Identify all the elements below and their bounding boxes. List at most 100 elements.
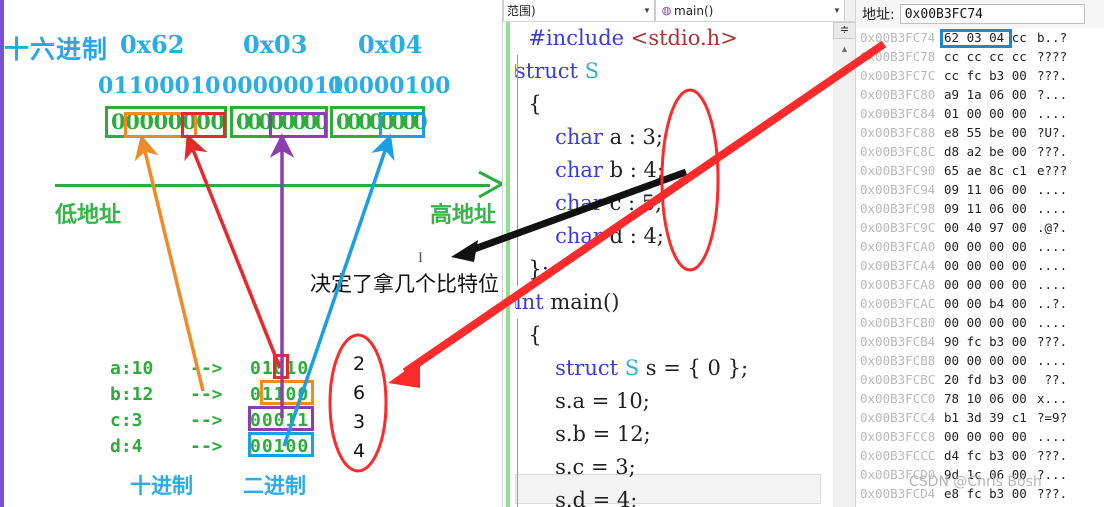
high-address-label: 高地址 — [430, 202, 497, 228]
code-token: s.a = 10; — [555, 389, 650, 413]
memory-row[interactable]: 0x00B3FCAC 00 00 b4 00..?. — [856, 294, 1104, 313]
memory-row[interactable]: 0x00B3FCD884 84 96 75???u — [856, 503, 1104, 507]
chevron-down-icon[interactable]: ▼ — [830, 0, 844, 21]
scope-dropdown[interactable]: 范围) ▼ — [503, 0, 655, 21]
code-token: { — [528, 323, 542, 347]
code-token: }; — [528, 257, 549, 281]
memory-row-address: 0x00B3FCA4 — [860, 258, 936, 273]
memory-row-hex: 01 00 00 00 — [944, 106, 1027, 121]
code-text-area[interactable]: #include <stdio.h>-struct S { char a : 3… — [515, 22, 833, 507]
memory-row-hex: e8 55 be 00 — [944, 125, 1027, 140]
value-row-highlight-1 — [260, 380, 314, 405]
memory-row-address: 0x00B3FC84 — [860, 106, 936, 121]
memory-row-ascii: .... — [1037, 239, 1068, 254]
memory-row-ascii: ?... — [1037, 87, 1068, 102]
memory-window-panel: 地址: 0x00B3FC74 0x00B3FC74 62 03 04 cc b..?… — [855, 0, 1104, 507]
memory-row-hex: 00 00 00 00 — [944, 429, 1027, 444]
code-token: s = { 0 }; — [639, 356, 749, 380]
bit: 0 — [314, 109, 329, 134]
memory-row[interactable]: 0x00B3FCC4 b1 3d 39 c1 ?=9? — [856, 408, 1104, 427]
bit: 0 — [413, 109, 428, 134]
memory-row[interactable]: 0x00B3FC78 cc cc cc cc???? — [856, 47, 1104, 66]
memory-row[interactable]: 0x00B3FC84 01 00 00 00.... — [856, 104, 1104, 123]
memory-row-hex: 00 00 00 00 — [944, 258, 1027, 273]
editor-navigation-bar: 范围) ▼ ◍ main() ▼ — [503, 0, 856, 22]
memory-row-address: 0x00B3FC98 — [860, 201, 936, 216]
bit: 0 — [236, 109, 251, 134]
memory-row-hex: d4 fc b3 00 — [944, 448, 1027, 463]
bit: 0 — [269, 109, 285, 134]
memory-row[interactable]: 0x00B3FCB8 00 00 00 00.... — [856, 351, 1104, 370]
fold-toggle-icon[interactable]: - — [515, 64, 516, 77]
memory-row-address: 0x00B3FCA0 — [860, 239, 936, 254]
memory-row[interactable]: 0x00B3FC90 65 ae 8c c1 e??? — [856, 161, 1104, 180]
memory-row[interactable]: 0x00B3FCC8 00 00 00 00.... — [856, 427, 1104, 446]
scroll-up-arrow-icon[interactable]: ▲ — [835, 42, 854, 57]
memory-row[interactable]: 0x00B3FC8C d8 a2 be 00???. — [856, 142, 1104, 161]
code-line-6: char d : 4; — [515, 220, 833, 253]
value-row-highlight-3 — [248, 432, 314, 457]
memory-row[interactable]: 0x00B3FCBC 20 fd b3 00 ??. — [856, 370, 1104, 389]
bit: 0 — [139, 109, 154, 134]
memory-row-address: 0x00B3FC88 — [860, 125, 936, 140]
memory-row[interactable]: 0x00B3FCB0 00 00 00 00.... — [856, 313, 1104, 332]
memory-row[interactable]: 0x00B3FC88 e8 55 be 00 ?U?. — [856, 123, 1104, 142]
memory-address-input[interactable]: 0x00B3FC74 — [899, 4, 1085, 24]
bitfield-diagram-panel: 十六进制 0x62 0x03 0x04 01100010 00000011 00… — [0, 0, 502, 507]
code-line-1: -struct S — [515, 55, 833, 88]
memory-row[interactable]: 0x00B3FC98 09 11 06 00.... — [856, 199, 1104, 218]
code-token: S — [624, 356, 640, 380]
memory-row-hex: 84 84 96 75 — [944, 503, 1037, 507]
byte-bits-2: 00000000 — [333, 109, 428, 135]
code-token: char — [555, 191, 603, 215]
value-row-highlight-2 — [248, 406, 314, 431]
memory-row-hex: 00 00 00 00 — [944, 315, 1027, 330]
memory-row-hex: 00 40 97 00 — [944, 220, 1027, 235]
memory-row[interactable]: 0x00B3FCB4 90 fc b3 00???. — [856, 332, 1104, 351]
memory-row[interactable]: 0x00B3FCA8 00 00 00 00.... — [856, 275, 1104, 294]
code-line-2: { — [515, 88, 833, 121]
memory-row-ascii: x... — [1037, 391, 1068, 406]
fold-toggle-icon[interactable]: - — [515, 295, 516, 308]
value-row-name-2: c:3 — [110, 410, 143, 431]
memory-row-ascii: ???. — [1037, 68, 1068, 83]
memory-row[interactable]: 0x00B3FCA0 00 00 00 00.... — [856, 237, 1104, 256]
chevron-down-icon[interactable]: ▼ — [640, 0, 654, 21]
bit: 0 — [369, 109, 384, 134]
memory-row-ascii: .... — [1037, 106, 1068, 121]
byte-bits-0: 00000000 — [108, 109, 228, 135]
editor-vertical-scrollbar[interactable] — [833, 22, 856, 507]
code-token: s.b = 12; — [555, 422, 651, 446]
bitcount-number-3: 4 — [352, 440, 366, 462]
memory-row-ascii: ?U?. — [1037, 125, 1068, 140]
memory-row-ascii: b..? — [1037, 30, 1068, 45]
bit: 0 — [167, 109, 183, 134]
memory-rows-list[interactable]: 0x00B3FC74 62 03 04 cc b..? 0x00B3FC78 cc cc… — [856, 28, 1104, 507]
memory-row[interactable]: 0x00B3FC7C cc fc b3 00???. — [856, 66, 1104, 85]
memory-row[interactable]: 0x00B3FC9C 00 40 97 00 .@?. — [856, 218, 1104, 237]
code-line-8: -int main() — [515, 286, 833, 319]
memory-row-address: 0x00B3FCAC — [860, 296, 936, 311]
memory-row[interactable]: 0x00B3FCC0 78 10 06 00 x... — [856, 389, 1104, 408]
function-dropdown[interactable]: ◍ main() ▼ — [655, 0, 845, 21]
bit: 0 — [402, 109, 417, 134]
bit: 0 — [153, 109, 169, 134]
memory-row-address: 0x00B3FCC4 — [860, 410, 936, 425]
code-line-7: }; — [515, 253, 833, 286]
method-icon: ◍ — [661, 5, 672, 17]
memory-row[interactable]: 0x00B3FC94 09 11 06 00.... — [856, 180, 1104, 199]
split-view-button[interactable]: ≑ — [833, 22, 856, 39]
value-row-highlight-0 — [272, 354, 290, 379]
bit: 0 — [391, 109, 406, 134]
memory-row[interactable]: 0x00B3FCA4 00 00 00 00.... — [856, 256, 1104, 275]
memory-row[interactable]: 0x00B3FC80 a9 1a 06 00?... — [856, 85, 1104, 104]
memory-row[interactable]: 0x00B3FCCC d4 fc b3 00???. — [856, 446, 1104, 465]
memory-row-ascii: ???. — [1037, 144, 1068, 159]
memory-row-ascii: ???u — [1037, 503, 1067, 507]
screenshot-root: 十六进制 0x62 0x03 0x04 01100010 00000011 00… — [0, 0, 1104, 507]
text-caret-icon: I — [418, 250, 423, 266]
